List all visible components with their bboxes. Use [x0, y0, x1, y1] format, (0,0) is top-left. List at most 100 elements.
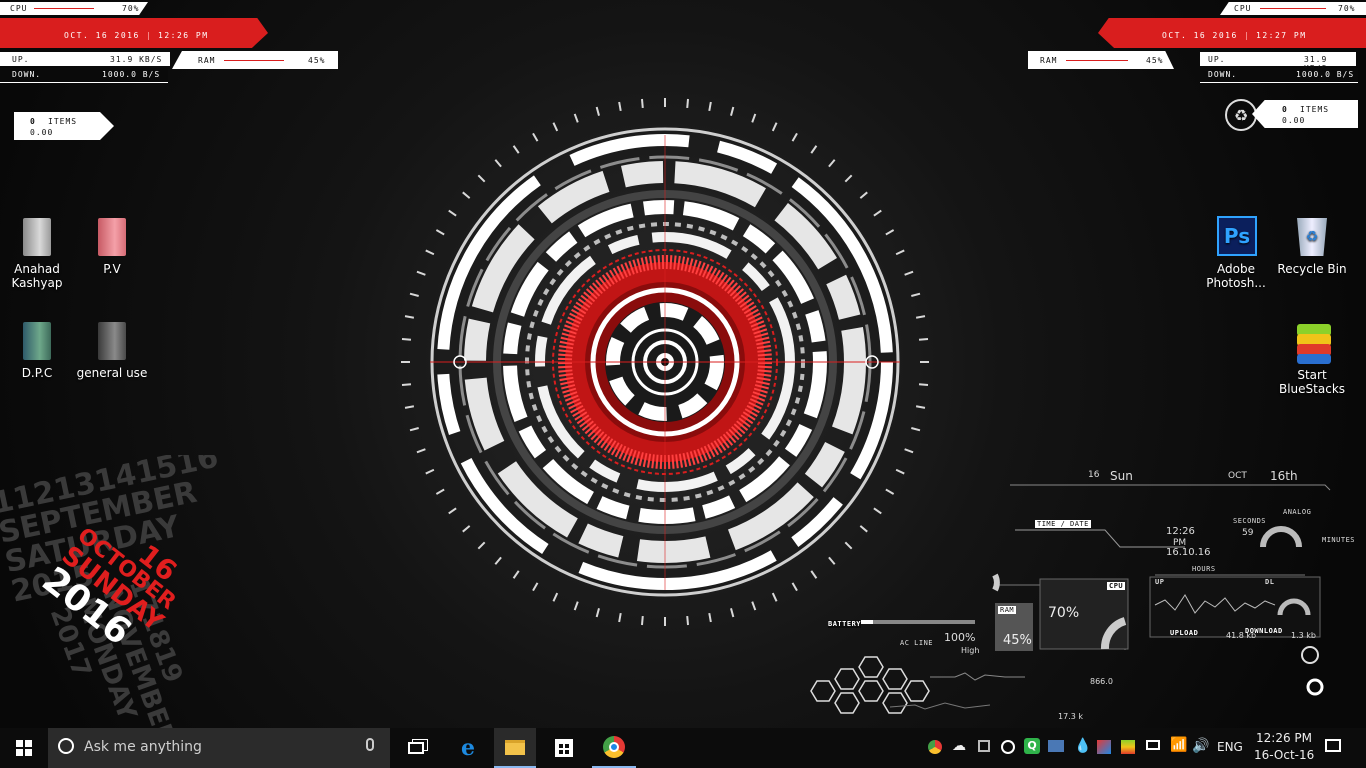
network-monitor-icon[interactable]	[1048, 740, 1064, 752]
qbittorrent-icon[interactable]: Q	[1024, 738, 1040, 754]
photoshop-icon: Ps	[1217, 216, 1257, 256]
hud-time: 12:26	[1166, 526, 1195, 537]
desktop-icon-anahad-kashyap[interactable]: Anahad Kashyap	[0, 214, 77, 290]
hud-ul-label: UP	[1155, 578, 1165, 586]
folder-icon	[98, 322, 126, 360]
desktop-icon-recycle-bin[interactable]: ♻ Recycle Bin	[1272, 214, 1352, 276]
icon-label: P.V	[103, 262, 121, 276]
edge-icon: e	[461, 735, 475, 761]
icon-label: Anahad Kashyap	[11, 262, 63, 290]
store-icon	[555, 739, 573, 757]
onedrive-icon[interactable]: ☁	[952, 738, 966, 754]
down-value: 1000.0 B/S	[1296, 70, 1355, 79]
record-icon[interactable]	[1001, 740, 1015, 754]
hud-battery-state: High	[961, 646, 980, 655]
hud-ram-value: 45%	[1003, 633, 1032, 648]
hud-net-value-2: 17.3 k	[1058, 712, 1083, 721]
microphone-icon[interactable]	[366, 738, 374, 751]
hud-ac-line: AC LINE	[900, 639, 934, 647]
device-icon[interactable]	[978, 740, 990, 752]
time-text: 12:27 PM	[1256, 31, 1307, 40]
ram-label: RAM	[198, 56, 216, 65]
hud-day-number: 16	[1088, 470, 1100, 480]
hud-analog-label: ANALOG	[1283, 508, 1312, 516]
cpu-meter-right: CPU 70%	[1220, 2, 1366, 15]
folder-icon	[98, 218, 126, 256]
download-speed-left: DOWN. 1000.0 B/S	[0, 68, 168, 83]
down-label: DOWN.	[1208, 70, 1238, 79]
items-size: 0.00	[30, 128, 54, 137]
hud-net-value-1: 866.0	[1090, 677, 1113, 686]
language-indicator[interactable]: ENG	[1217, 740, 1243, 754]
search-placeholder: Ask me anything	[84, 739, 202, 755]
task-view-icon	[408, 742, 424, 754]
date-text: OCT. 16 2016	[1162, 31, 1238, 40]
items-count: 0	[30, 117, 36, 126]
hud-seconds: 59	[1242, 528, 1254, 538]
items-size: 0.00	[1282, 116, 1306, 125]
recycle-icon[interactable]: ♻	[1225, 99, 1257, 131]
icon-label: Adobe Photosh...	[1206, 262, 1266, 290]
hud-battery-label: BATTERY	[828, 620, 862, 628]
chrome-button[interactable]	[592, 728, 636, 768]
wifi-icon[interactable]: 📶	[1170, 737, 1187, 753]
cpu-label: CPU	[1234, 4, 1252, 13]
windows-logo-icon	[16, 740, 32, 756]
cpu-label: CPU	[10, 4, 28, 13]
items-label: ITEMS	[1300, 105, 1330, 114]
date-time-banner-right: OCT. 16 2016 | 12:27 PM	[1098, 18, 1366, 48]
hud-hours-label: HOURS	[1192, 565, 1216, 573]
action-center-icon[interactable]	[1325, 739, 1341, 752]
ram-meter-right: RAM 45%	[1028, 51, 1174, 69]
desktop-icon-pv[interactable]: P.V	[72, 214, 152, 276]
droplet-icon[interactable]: 💧	[1074, 738, 1091, 754]
hud-battery-value: 100%	[944, 631, 976, 644]
desktop-icon-bluestacks[interactable]: Start BlueStacks	[1272, 320, 1352, 396]
hud-date: 16.10.16	[1166, 547, 1211, 558]
cpu-meter-line	[34, 8, 94, 9]
battery-icon[interactable]	[1146, 740, 1160, 750]
volume-icon[interactable]: 🔊	[1192, 738, 1209, 754]
recycle-items-left: 0 ITEMS 0.00	[14, 112, 114, 140]
items-label: ITEMS	[48, 117, 78, 126]
start-button[interactable]	[0, 728, 48, 768]
app-tray-icon[interactable]	[1097, 740, 1111, 754]
clock-date[interactable]: 16-Oct-16	[1254, 748, 1314, 762]
down-value: 1000.0 B/S	[102, 70, 161, 79]
icon-label: Recycle Bin	[1277, 262, 1347, 276]
chrome-tray-icon[interactable]	[928, 740, 942, 754]
system-hud-widget: 16 Sun OCT 16th TIME / DATE 12:26 PM 16.…	[805, 455, 1366, 728]
desktop-icon-photoshop[interactable]: Ps Adobe Photosh...	[1196, 214, 1276, 290]
icon-label: D.P.C	[21, 366, 53, 380]
file-explorer-button[interactable]	[494, 728, 536, 768]
folder-icon	[23, 322, 51, 360]
desktop-icon-general-use[interactable]: general use	[72, 318, 152, 380]
desktop[interactable]: CPU 70% OCT. 16 2016 | 12:26 PM UP. 31.9…	[0, 0, 1366, 728]
cpu-value: 70%	[122, 4, 140, 13]
download-speed-right: DOWN. 1000.0 B/S	[1200, 68, 1358, 83]
ram-label: RAM	[1040, 56, 1058, 65]
chrome-icon	[603, 736, 625, 758]
hud-day-name: Sun	[1110, 469, 1133, 483]
desktop-icon-dpc[interactable]: D.P.C	[0, 318, 77, 380]
edge-button[interactable]: e	[448, 728, 488, 768]
down-label: DOWN.	[12, 70, 42, 79]
hud-seconds-label: SECONDS	[1233, 517, 1267, 525]
task-view-button[interactable]	[396, 728, 436, 768]
up-value: 31.9 KB/S	[110, 55, 163, 64]
hud-download-value: 1.3 kb	[1291, 631, 1316, 640]
cortana-search-box[interactable]: Ask me anything	[48, 728, 390, 768]
folder-icon	[23, 218, 51, 256]
hud-cpu-value: 70%	[1048, 605, 1080, 621]
hud-dl-label: DL	[1265, 578, 1275, 586]
date-time-banner-left: OCT. 16 2016 | 12:26 PM	[0, 18, 268, 48]
hud-upload-label: UPLOAD	[1170, 629, 1199, 637]
ram-value: 45%	[1146, 56, 1164, 65]
clock-time[interactable]: 12:26 PM	[1256, 731, 1312, 745]
bluestacks-tray-icon[interactable]	[1121, 740, 1135, 754]
icon-label: Start BlueStacks	[1278, 368, 1346, 396]
up-label: UP.	[12, 55, 30, 64]
store-button[interactable]	[544, 728, 584, 768]
hud-minutes-label: MINUTES	[1322, 536, 1356, 544]
ram-meter-line	[1066, 60, 1128, 61]
